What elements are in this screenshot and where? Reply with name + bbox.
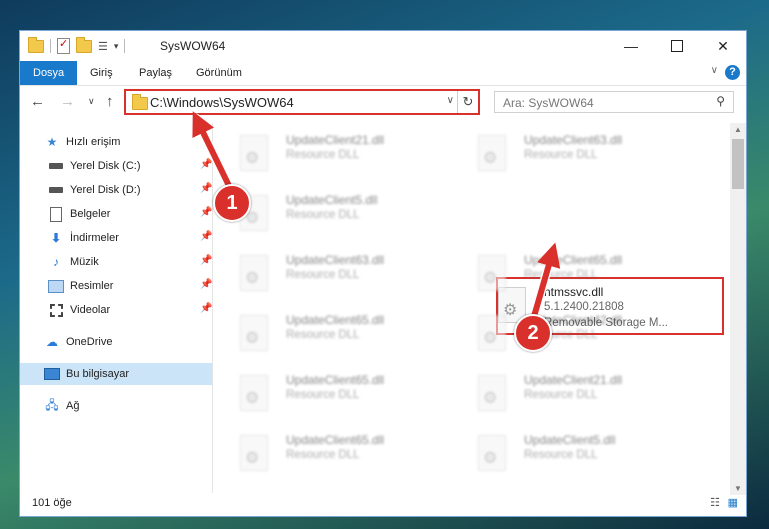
step-badge-1: 1 (213, 184, 251, 222)
arrow-1 (192, 111, 235, 194)
annotation-arrows (191, 111, 561, 325)
arrow-2 (530, 242, 561, 321)
step-badge-2: 2 (514, 314, 552, 352)
